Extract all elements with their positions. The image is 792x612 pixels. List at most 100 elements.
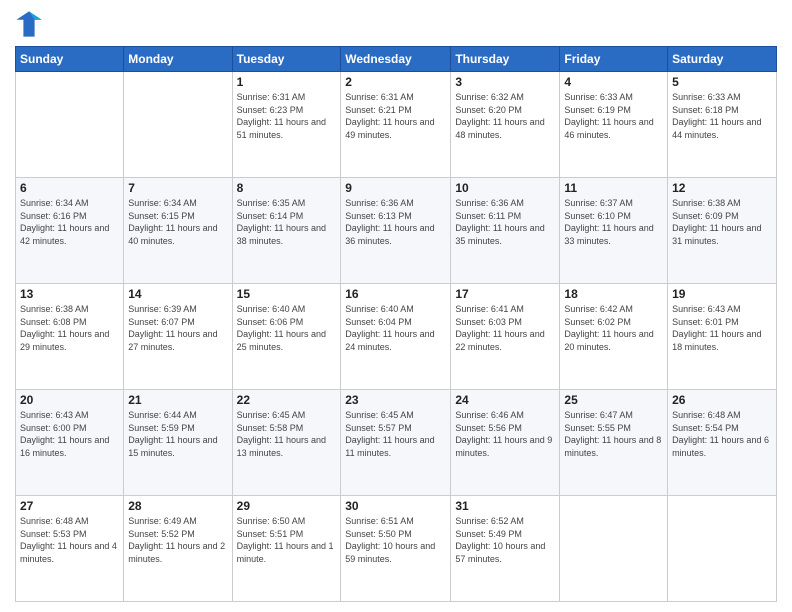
day-cell: 25 Sunrise: 6:47 AM Sunset: 5:55 PM Dayli…	[560, 390, 668, 496]
week-row-1: 1 Sunrise: 6:31 AM Sunset: 6:23 PM Daylig…	[16, 72, 777, 178]
day-info: Sunrise: 6:42 AM Sunset: 6:02 PM Dayligh…	[564, 303, 663, 353]
day-info: Sunrise: 6:50 AM Sunset: 5:51 PM Dayligh…	[237, 515, 337, 565]
day-number: 8	[237, 181, 337, 195]
day-number: 22	[237, 393, 337, 407]
day-number: 17	[455, 287, 555, 301]
day-info: Sunrise: 6:40 AM Sunset: 6:04 PM Dayligh…	[345, 303, 446, 353]
header-cell-wednesday: Wednesday	[341, 47, 451, 72]
day-number: 15	[237, 287, 337, 301]
day-number: 16	[345, 287, 446, 301]
day-cell: 8 Sunrise: 6:35 AM Sunset: 6:14 PM Daylig…	[232, 178, 341, 284]
calendar-body: 1 Sunrise: 6:31 AM Sunset: 6:23 PM Daylig…	[16, 72, 777, 602]
day-number: 29	[237, 499, 337, 513]
day-number: 10	[455, 181, 555, 195]
header-cell-sunday: Sunday	[16, 47, 124, 72]
day-info: Sunrise: 6:46 AM Sunset: 5:56 PM Dayligh…	[455, 409, 555, 459]
day-cell: 14 Sunrise: 6:39 AM Sunset: 6:07 PM Dayli…	[124, 284, 232, 390]
day-number: 9	[345, 181, 446, 195]
header-cell-saturday: Saturday	[668, 47, 777, 72]
header-cell-thursday: Thursday	[451, 47, 560, 72]
day-info: Sunrise: 6:51 AM Sunset: 5:50 PM Dayligh…	[345, 515, 446, 565]
day-cell: 31 Sunrise: 6:52 AM Sunset: 5:49 PM Dayli…	[451, 496, 560, 602]
day-number: 24	[455, 393, 555, 407]
day-cell: 7 Sunrise: 6:34 AM Sunset: 6:15 PM Daylig…	[124, 178, 232, 284]
day-number: 1	[237, 75, 337, 89]
day-number: 5	[672, 75, 772, 89]
day-cell: 19 Sunrise: 6:43 AM Sunset: 6:01 PM Dayli…	[668, 284, 777, 390]
day-number: 27	[20, 499, 119, 513]
day-number: 18	[564, 287, 663, 301]
day-info: Sunrise: 6:36 AM Sunset: 6:11 PM Dayligh…	[455, 197, 555, 247]
day-info: Sunrise: 6:41 AM Sunset: 6:03 PM Dayligh…	[455, 303, 555, 353]
day-number: 23	[345, 393, 446, 407]
day-cell: 9Sunrise: 6:36 AM Sunset: 6:13 PM Daylig…	[341, 178, 451, 284]
day-info: Sunrise: 6:45 AM Sunset: 5:57 PM Dayligh…	[345, 409, 446, 459]
day-number: 3	[455, 75, 555, 89]
header-cell-monday: Monday	[124, 47, 232, 72]
day-number: 30	[345, 499, 446, 513]
day-info: Sunrise: 6:35 AM Sunset: 6:14 PM Dayligh…	[237, 197, 337, 247]
day-info: Sunrise: 6:43 AM Sunset: 6:01 PM Dayligh…	[672, 303, 772, 353]
day-info: Sunrise: 6:45 AM Sunset: 5:58 PM Dayligh…	[237, 409, 337, 459]
day-cell: 3 Sunrise: 6:32 AM Sunset: 6:20 PM Daylig…	[451, 72, 560, 178]
day-cell: 18 Sunrise: 6:42 AM Sunset: 6:02 PM Dayli…	[560, 284, 668, 390]
day-info: Sunrise: 6:43 AM Sunset: 6:00 PM Dayligh…	[20, 409, 119, 459]
day-info: Sunrise: 6:48 AM Sunset: 5:54 PM Dayligh…	[672, 409, 772, 459]
day-cell	[16, 72, 124, 178]
day-info: Sunrise: 6:34 AM Sunset: 6:16 PM Dayligh…	[20, 197, 119, 247]
day-cell	[560, 496, 668, 602]
day-cell: 17 Sunrise: 6:41 AM Sunset: 6:03 PM Dayli…	[451, 284, 560, 390]
day-number: 7	[128, 181, 227, 195]
day-cell: 20Sunrise: 6:43 AM Sunset: 6:00 PM Dayli…	[16, 390, 124, 496]
day-info: Sunrise: 6:31 AM Sunset: 6:23 PM Dayligh…	[237, 91, 337, 141]
day-info: Sunrise: 6:39 AM Sunset: 6:07 PM Dayligh…	[128, 303, 227, 353]
day-cell: 5 Sunrise: 6:33 AM Sunset: 6:18 PM Daylig…	[668, 72, 777, 178]
week-row-5: 27 Sunrise: 6:48 AM Sunset: 5:53 PM Dayli…	[16, 496, 777, 602]
day-cell: 29 Sunrise: 6:50 AM Sunset: 5:51 PM Dayli…	[232, 496, 341, 602]
header-row: SundayMondayTuesdayWednesdayThursdayFrid…	[16, 47, 777, 72]
week-row-4: 20Sunrise: 6:43 AM Sunset: 6:00 PM Dayli…	[16, 390, 777, 496]
day-cell: 23 Sunrise: 6:45 AM Sunset: 5:57 PM Dayli…	[341, 390, 451, 496]
day-info: Sunrise: 6:32 AM Sunset: 6:20 PM Dayligh…	[455, 91, 555, 141]
header-cell-friday: Friday	[560, 47, 668, 72]
day-info: Sunrise: 6:52 AM Sunset: 5:49 PM Dayligh…	[455, 515, 555, 565]
day-cell: 10 Sunrise: 6:36 AM Sunset: 6:11 PM Dayli…	[451, 178, 560, 284]
day-cell	[124, 72, 232, 178]
day-info: Sunrise: 6:31 AM Sunset: 6:21 PM Dayligh…	[345, 91, 446, 141]
day-cell: 1 Sunrise: 6:31 AM Sunset: 6:23 PM Daylig…	[232, 72, 341, 178]
day-info: Sunrise: 6:33 AM Sunset: 6:19 PM Dayligh…	[564, 91, 663, 141]
day-cell: 30 Sunrise: 6:51 AM Sunset: 5:50 PM Dayli…	[341, 496, 451, 602]
day-info: Sunrise: 6:44 AM Sunset: 5:59 PM Dayligh…	[128, 409, 227, 459]
day-number: 11	[564, 181, 663, 195]
day-info: Sunrise: 6:33 AM Sunset: 6:18 PM Dayligh…	[672, 91, 772, 141]
day-info: Sunrise: 6:48 AM Sunset: 5:53 PM Dayligh…	[20, 515, 119, 565]
day-number: 28	[128, 499, 227, 513]
day-number: 14	[128, 287, 227, 301]
day-cell: 6Sunrise: 6:34 AM Sunset: 6:16 PM Daylig…	[16, 178, 124, 284]
day-cell: 21Sunrise: 6:44 AM Sunset: 5:59 PM Dayli…	[124, 390, 232, 496]
day-info: Sunrise: 6:38 AM Sunset: 6:09 PM Dayligh…	[672, 197, 772, 247]
day-cell: 16 Sunrise: 6:40 AM Sunset: 6:04 PM Dayli…	[341, 284, 451, 390]
day-number: 19	[672, 287, 772, 301]
day-number: 25	[564, 393, 663, 407]
day-number: 26	[672, 393, 772, 407]
day-cell: 2Sunrise: 6:31 AM Sunset: 6:21 PM Daylig…	[341, 72, 451, 178]
week-row-3: 13Sunrise: 6:38 AM Sunset: 6:08 PM Dayli…	[16, 284, 777, 390]
day-number: 31	[455, 499, 555, 513]
day-cell: 26 Sunrise: 6:48 AM Sunset: 5:54 PM Dayli…	[668, 390, 777, 496]
day-cell: 11Sunrise: 6:37 AM Sunset: 6:10 PM Dayli…	[560, 178, 668, 284]
day-number: 4	[564, 75, 663, 89]
header-cell-tuesday: Tuesday	[232, 47, 341, 72]
day-cell	[668, 496, 777, 602]
day-cell: 13Sunrise: 6:38 AM Sunset: 6:08 PM Dayli…	[16, 284, 124, 390]
day-info: Sunrise: 6:40 AM Sunset: 6:06 PM Dayligh…	[237, 303, 337, 353]
day-cell: 27 Sunrise: 6:48 AM Sunset: 5:53 PM Dayli…	[16, 496, 124, 602]
logo	[15, 10, 47, 38]
day-info: Sunrise: 6:47 AM Sunset: 5:55 PM Dayligh…	[564, 409, 663, 459]
page: SundayMondayTuesdayWednesdayThursdayFrid…	[0, 0, 792, 612]
day-info: Sunrise: 6:38 AM Sunset: 6:08 PM Dayligh…	[20, 303, 119, 353]
day-cell: 4 Sunrise: 6:33 AM Sunset: 6:19 PM Daylig…	[560, 72, 668, 178]
day-info: Sunrise: 6:49 AM Sunset: 5:52 PM Dayligh…	[128, 515, 227, 565]
week-row-2: 6Sunrise: 6:34 AM Sunset: 6:16 PM Daylig…	[16, 178, 777, 284]
day-info: Sunrise: 6:34 AM Sunset: 6:15 PM Dayligh…	[128, 197, 227, 247]
